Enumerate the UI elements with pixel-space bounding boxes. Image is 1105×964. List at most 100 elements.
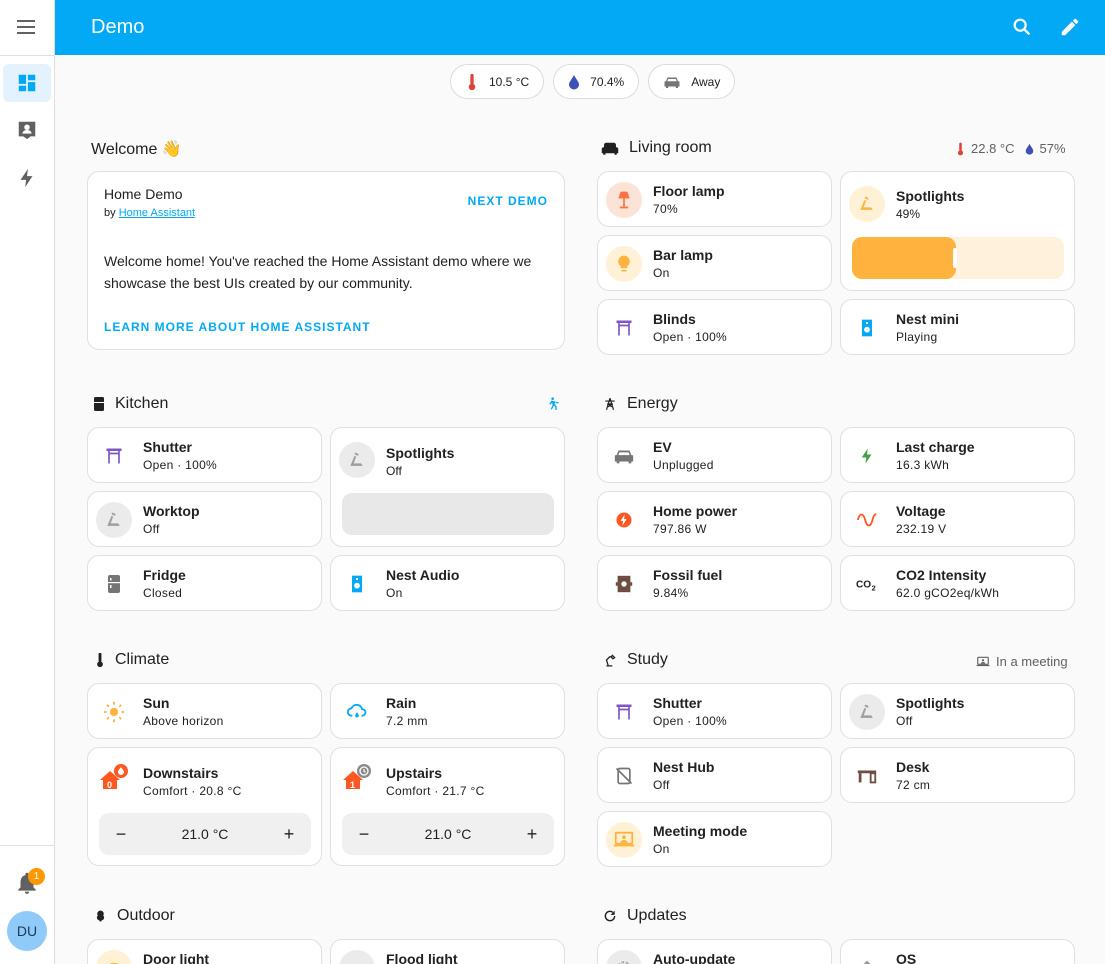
tile-downstairs-thermostat[interactable]: 0 Downstairs Comfort · 20.8 °C − 21.0 °C… (87, 747, 322, 866)
autorenew-icon[interactable] (606, 950, 642, 964)
tile-name: Spotlights (896, 188, 965, 204)
window-shutter-icon[interactable] (606, 310, 642, 346)
tile-co2-intensity[interactable]: CO 2 CO2 Intensity 62.0 gCO2eq/kWh (840, 555, 1075, 611)
tile-nest-mini[interactable]: Nest mini Playing (840, 299, 1075, 355)
spotlight-icon[interactable] (849, 186, 885, 222)
tile-kitchen-spotlights[interactable]: Spotlights Off (330, 427, 565, 547)
pencil-icon (1061, 18, 1079, 36)
next-demo-button[interactable]: NEXT DEMO (468, 194, 548, 208)
window-shutter-icon[interactable] (96, 438, 132, 474)
tile-ev[interactable]: EV Unplugged (597, 427, 832, 483)
badge-label: 70.4% (590, 74, 625, 89)
tile-desk[interactable]: Desk 72 cm (840, 747, 1075, 803)
tile-name: Flood light (386, 951, 458, 964)
brightness-slider[interactable] (852, 237, 1064, 279)
tile-name: Bar lamp (653, 247, 713, 263)
slider-handle[interactable] (953, 248, 957, 268)
tile-door-light[interactable]: Door light (87, 939, 322, 964)
home-assistant-link[interactable]: Home Assistant (119, 207, 195, 219)
tile-state: 797.86 W (653, 522, 707, 536)
tile-voltage[interactable]: Voltage 232.19 V (840, 491, 1075, 547)
tile-fridge[interactable]: Fridge Closed (87, 555, 322, 611)
svg-text:0: 0 (107, 780, 112, 790)
tile-nest-audio[interactable]: Nest Audio On (330, 555, 565, 611)
lightning-icon[interactable] (849, 438, 885, 474)
tile-sun[interactable]: Sun Above horizon (87, 683, 322, 739)
power-plug-icon[interactable] (606, 502, 642, 538)
spotlight-icon[interactable] (849, 694, 885, 730)
speaker-icon[interactable] (339, 566, 375, 602)
increase-temperature-button[interactable]: + (522, 824, 542, 845)
tile-state: Off (653, 778, 670, 792)
tile-meeting-mode[interactable]: Meeting mode On (597, 811, 832, 867)
water-drop-icon (569, 74, 580, 89)
tile-study-spotlights[interactable]: Spotlights Off (840, 683, 1075, 739)
sine-wave-icon[interactable] (849, 502, 885, 538)
package-up-icon[interactable] (849, 950, 885, 964)
sidebar-item-overview[interactable] (3, 64, 51, 102)
tile-blinds[interactable]: Blinds Open · 100% (597, 299, 832, 355)
person-card-icon (18, 121, 36, 140)
tile-fossil-fuel[interactable]: Fossil fuel 9.84% (597, 555, 832, 611)
tile-name: Shutter (653, 695, 702, 711)
lightbulb-icon[interactable] (606, 246, 642, 282)
water-drop-icon (1025, 143, 1033, 155)
tile-name: Nest Hub (653, 759, 715, 775)
tile-living-spotlights[interactable]: Spotlights 49% (840, 171, 1075, 291)
increase-temperature-button[interactable]: + (279, 824, 299, 845)
cloud-rain-icon[interactable] (339, 694, 375, 730)
molecule-co2-icon[interactable]: CO 2 (849, 566, 885, 602)
tile-auto-update[interactable]: Auto-update (597, 939, 832, 964)
tablet-off-icon[interactable] (606, 758, 642, 794)
tile-kitchen-shutter[interactable]: Shutter Open · 100% (87, 427, 322, 483)
outdoor-lamp-icon[interactable] (96, 950, 132, 964)
car-icon[interactable] (606, 438, 642, 474)
tile-flood-light[interactable]: Flood light (330, 939, 565, 964)
home-thermometer-icon[interactable]: 1 (341, 764, 377, 800)
decrease-temperature-button[interactable]: − (354, 824, 374, 845)
tile-rain[interactable]: Rain 7.2 mm (330, 683, 565, 739)
spotlight-icon[interactable] (96, 502, 132, 538)
tile-study-shutter[interactable]: Shutter Open · 100% (597, 683, 832, 739)
desk-icon[interactable] (849, 758, 885, 794)
spotlight-icon[interactable] (339, 442, 375, 478)
study-status: In a meeting (976, 654, 1068, 669)
fridge-icon[interactable] (96, 566, 132, 602)
flood-light-icon[interactable] (339, 950, 375, 964)
speaker-icon[interactable] (849, 310, 885, 346)
sun-icon[interactable] (96, 694, 132, 730)
badge-outside-temperature[interactable]: 10.5 °C (450, 64, 545, 99)
badge-outside-humidity[interactable]: 70.4% (553, 64, 640, 99)
tile-name: Spotlights (896, 695, 965, 711)
decrease-temperature-button[interactable]: − (111, 824, 131, 845)
tile-state: Comfort · 20.8 °C (143, 784, 242, 798)
tile-name: Shutter (143, 439, 192, 455)
tile-floor-lamp[interactable]: Floor lamp 70% (597, 171, 832, 227)
living-room-sensors: 22.8 °C 57% (956, 141, 1066, 156)
tile-worktop[interactable]: Worktop Off (87, 491, 322, 547)
tile-os[interactable]: OS (840, 939, 1075, 964)
search-button[interactable] (1009, 14, 1035, 40)
sidebar-item-map[interactable] (3, 111, 51, 149)
tile-home-power[interactable]: Home power 797.86 W (597, 491, 832, 547)
welcome-byline: by Home Assistant (104, 207, 195, 219)
badge-presence[interactable]: Away (648, 64, 736, 99)
floor-lamp-icon[interactable] (606, 182, 642, 218)
living-room-temperature: 22.8 °C (971, 141, 1015, 156)
sidebar-item-energy[interactable] (3, 159, 51, 197)
tile-last-charge[interactable]: Last charge 16.3 kWh (840, 427, 1075, 483)
tile-bar-lamp[interactable]: Bar lamp On (597, 235, 832, 291)
tile-nest-hub[interactable]: Nest Hub Off (597, 747, 832, 803)
window-shutter-icon[interactable] (606, 694, 642, 730)
factory-icon[interactable] (606, 566, 642, 602)
tile-name: Home power (653, 503, 738, 519)
menu-icon[interactable] (15, 17, 39, 37)
edit-dashboard-button[interactable] (1057, 14, 1083, 40)
learn-more-button[interactable]: LEARN MORE ABOUT HOME ASSISTANT (104, 320, 371, 334)
brightness-slider[interactable] (342, 493, 554, 535)
laptop-account-icon[interactable] (606, 822, 642, 858)
home-thermometer-icon[interactable]: 0 (98, 764, 134, 800)
section-title-kitchen: Kitchen (93, 395, 168, 413)
user-avatar[interactable]: DU (7, 911, 47, 951)
tile-upstairs-thermostat[interactable]: 1 Upstairs Comfort · 21.7 °C − 21.0 °C + (330, 747, 565, 866)
